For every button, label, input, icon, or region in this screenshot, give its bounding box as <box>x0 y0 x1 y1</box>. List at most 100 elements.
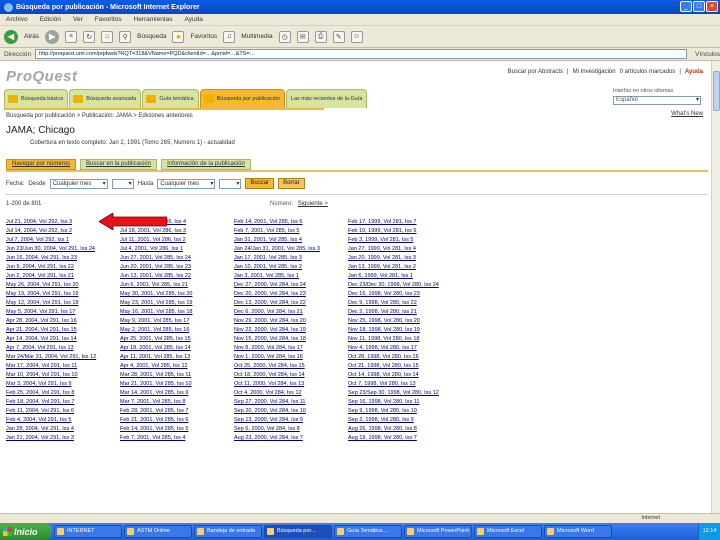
issue-link[interactable]: May 26, 2004, Vol 291, Iss 20 <box>6 281 108 290</box>
issue-link[interactable]: Dec 20, 2000, Vol 284, Iss 23 <box>234 290 336 299</box>
menu-archivo[interactable]: Archivo <box>6 16 28 23</box>
issue-link[interactable]: Sep 6, 2000, Vol 284, Iss 8 <box>234 425 336 434</box>
clear-button[interactable]: Borrar <box>278 178 305 189</box>
issue-link[interactable]: Jan 3, 2001, Vol 285, Iss 1 <box>234 272 336 281</box>
history-icon[interactable]: ◷ <box>278 30 291 43</box>
issue-link[interactable]: Jun 13, 2001, Vol 285, Iss 22 <box>120 272 222 281</box>
minimize-button[interactable]: _ <box>680 1 692 12</box>
issue-link[interactable]: Jun 23/Jun 30, 2004, Vol 291, Iss 24 <box>6 245 108 254</box>
issue-link[interactable]: Nov 22, 2000, Vol 284, Iss 19 <box>234 326 336 335</box>
issue-link[interactable]: May 30, 2001, Vol 285, Iss 20 <box>120 290 222 299</box>
issue-link[interactable]: Jan 24/Jan 31, 2001, Vol 285, Iss 3 <box>234 245 336 254</box>
taskbar-item[interactable]: Microsoft Word <box>544 525 612 538</box>
issue-link[interactable]: Feb 18, 2004, Vol 291, Iss 7 <box>6 398 108 407</box>
issue-link[interactable]: Oct 25, 2000, Vol 284, Iss 15 <box>234 362 336 371</box>
issue-link[interactable]: Oct 18, 2000, Vol 284, Iss 14 <box>234 371 336 380</box>
scrollbar-thumb[interactable] <box>713 71 720 111</box>
issue-link[interactable]: Mar 10, 2004, Vol 291, Iss 10 <box>6 371 108 380</box>
issue-link[interactable]: Dec 9, 1998, Vol 280, Iss 22 <box>348 299 450 308</box>
back-arrow-icon[interactable]: ◀ <box>4 29 18 44</box>
issue-link[interactable]: Apr 7, 2004, Vol 291, Iss 13 <box>6 344 108 353</box>
issue-link[interactable]: Nov 25, 1998, Vol 280, Iss 20 <box>348 317 450 326</box>
issue-link[interactable]: Sep 16, 1998, Vol 280, Iss 11 <box>348 398 450 407</box>
issue-link[interactable]: Mar 3, 2004, Vol 291, Iss 9 <box>6 380 108 389</box>
to-month-select[interactable]: Cualquier mes <box>157 178 216 189</box>
issue-link[interactable]: Jul 11, 2001, Vol 286, Iss 2 <box>120 236 222 245</box>
back-button-label[interactable]: Atrás <box>24 33 39 40</box>
issue-link[interactable]: Jun 16, 2004, Vol 291, Iss 23 <box>6 254 108 263</box>
issue-link[interactable]: Jan 13, 1999, Vol 281, Iss 2 <box>348 263 450 272</box>
issue-link[interactable]: Feb 14, 2001, Vol 285, Iss 5 <box>120 425 222 434</box>
issue-link[interactable]: Apr 14, 2004, Vol 291, Iss 14 <box>6 335 108 344</box>
issue-link[interactable]: May 9, 2001, Vol 285, Iss 17 <box>120 317 222 326</box>
close-button[interactable]: × <box>706 1 718 12</box>
issue-link[interactable]: Oct 14, 1998, Vol 280, Iss 14 <box>348 371 450 380</box>
search-icon[interactable]: ⚲ <box>119 30 132 43</box>
subtab-browse-issues[interactable]: Navegar por números <box>6 159 77 170</box>
issue-link[interactable]: Jan 17, 2001, Vol 285, Iss 3 <box>234 254 336 263</box>
issue-link[interactable]: Feb 7, 2001, Vol 285, Iss 4 <box>120 434 222 443</box>
issue-link[interactable]: Jul 4, 2001, Vol 286, Iss 1 <box>120 245 222 254</box>
issue-link[interactable]: Mar 21, 2001, Vol 285, Iss 10 <box>120 380 222 389</box>
issue-link[interactable]: May 5, 2004, Vol 291, Iss 17 <box>6 308 108 317</box>
issue-link[interactable]: Mar 28, 2001, Vol 285, Iss 11 <box>120 371 222 380</box>
issue-link[interactable]: May 23, 2001, Vol 285, Iss 19 <box>120 299 222 308</box>
issue-link[interactable]: Jun 2, 2004, Vol 291, Iss 21 <box>6 272 108 281</box>
link-help[interactable]: Ayuda <box>685 69 703 75</box>
issue-link[interactable]: Aug 19, 1998, Vol 280, Iss 7 <box>348 434 450 443</box>
link-marked[interactable]: 0 artículos marcados <box>620 69 676 75</box>
issue-link[interactable]: Nov 29, 2000, Vol 284, Iss 20 <box>234 317 336 326</box>
subtab-search-publication[interactable]: Buscar en la publicación <box>80 159 158 170</box>
taskbar-item[interactable]: Microsoft Excel <box>474 525 542 538</box>
issue-link[interactable]: Feb 25, 2004, Vol 291, Iss 8 <box>6 389 108 398</box>
maximize-button[interactable]: □ <box>693 1 705 12</box>
issue-link[interactable]: May 2, 2001, Vol 285, Iss 16 <box>120 326 222 335</box>
issue-link[interactable]: Sep 27, 2000, Vol 284, Iss 11 <box>234 398 336 407</box>
issue-link[interactable]: Dec 27, 2000, Vol 284, Iss 24 <box>234 281 336 290</box>
tab-publication-search[interactable]: Búsqueda por publicación <box>199 89 285 108</box>
issue-link[interactable]: Sep 20, 2000, Vol 284, Iss 10 <box>234 407 336 416</box>
tab-advanced-search[interactable]: Búsqueda avanzada <box>69 89 142 108</box>
issue-link[interactable]: Dec 23/Dec 30, 1998, Vol 280, Iss 24 <box>348 281 450 290</box>
issue-link[interactable]: Dec 2, 1998, Vol 280, Iss 21 <box>348 308 450 317</box>
menu-favoritos[interactable]: Favoritos <box>95 16 122 23</box>
issue-link[interactable]: Feb 21, 2001, Vol 285, Iss 6 <box>120 416 222 425</box>
issue-link[interactable]: Nov 15, 2000, Vol 284, Iss 18 <box>234 335 336 344</box>
issue-link[interactable]: Feb 14, 2001, Vol 285, Iss 6 <box>234 218 336 227</box>
issue-link[interactable]: Sep 9, 1998, Vol 280, Iss 10 <box>348 407 450 416</box>
start-button[interactable]: Inicio <box>0 523 52 540</box>
issue-link[interactable]: Oct 28, 1998, Vol 280, Iss 16 <box>348 353 450 362</box>
issue-link[interactable]: Mar 14, 2001, Vol 285, Iss 9 <box>120 389 222 398</box>
issue-link[interactable]: Jan 27, 1999, Vol 281, Iss 4 <box>348 245 450 254</box>
language-select[interactable]: Español <box>613 96 701 105</box>
tab-basic-search[interactable]: Búsqueda básica <box>4 89 69 108</box>
link-my-research[interactable]: Mi Investigación <box>573 69 616 75</box>
issue-link[interactable]: Aug 26, 1998, Vol 280, Iss 8 <box>348 425 450 434</box>
issue-link[interactable]: Feb 7, 2001, Vol 285, Iss 5 <box>234 227 336 236</box>
issue-link[interactable]: Jan 6, 1999, Vol 281, Iss 1 <box>348 272 450 281</box>
issue-link[interactable]: Apr 4, 2001, Vol 285, Iss 12 <box>120 362 222 371</box>
issue-link[interactable]: Oct 21, 1998, Vol 280, Iss 15 <box>348 362 450 371</box>
print-icon[interactable]: ⎙ <box>314 30 327 43</box>
messenger-icon[interactable]: ☺ <box>350 30 363 43</box>
issue-link[interactable]: Dec 16, 1998, Vol 280, Iss 23 <box>348 290 450 299</box>
menu-ver[interactable]: Ver <box>73 16 83 23</box>
issue-link[interactable]: Jul 7, 2004, Vol 292, Iss 1 <box>6 236 108 245</box>
from-month-select[interactable]: Cualquier mes <box>49 178 108 189</box>
issue-link[interactable]: Jun 20, 2001, Vol 285, Iss 23 <box>120 263 222 272</box>
issue-link[interactable]: Aug 23, 2000, Vol 284, Iss 7 <box>234 434 336 443</box>
issue-link[interactable]: Feb 4, 2004, Vol 291, Iss 5 <box>6 416 108 425</box>
issue-link[interactable]: Jan 21, 2004, Vol 291, Iss 3 <box>6 434 108 443</box>
tab-topic-guide[interactable]: Guía temática <box>142 89 199 108</box>
to-year-select[interactable] <box>219 178 242 189</box>
issue-link[interactable]: Nov 4, 1998, Vol 280, Iss 17 <box>348 344 450 353</box>
refresh-icon[interactable]: ↻ <box>83 30 96 43</box>
issue-link[interactable]: Apr 11, 2001, Vol 285, Iss 13 <box>120 353 222 362</box>
issue-link[interactable]: Jun 9, 2004, Vol 291, Iss 22 <box>6 263 108 272</box>
taskbar-item[interactable]: Guía Temática... <box>334 525 402 538</box>
issue-link[interactable]: Mar 7, 2001, Vol 285, Iss 8 <box>120 398 222 407</box>
issue-link[interactable]: Nov 18, 1998, Vol 280, Iss 19 <box>348 326 450 335</box>
taskbar-item[interactable]: INTERNET <box>54 525 122 538</box>
issue-link[interactable]: Jan 20, 1999, Vol 281, Iss 3 <box>348 254 450 263</box>
issue-link[interactable]: Oct 11, 2000, Vol 284, Iss 13 <box>234 380 336 389</box>
